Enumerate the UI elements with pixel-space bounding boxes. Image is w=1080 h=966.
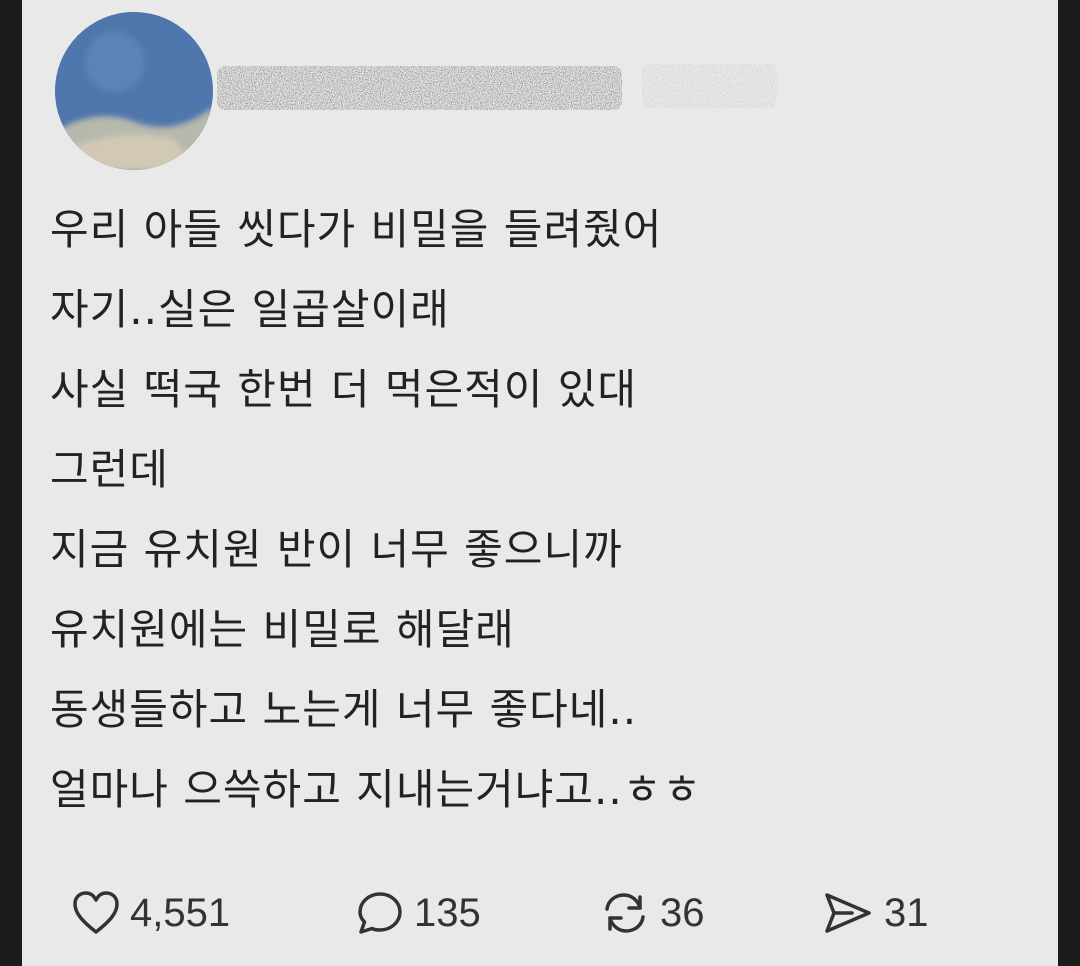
author-name-redacted[interactable] [217, 58, 777, 118]
reply-button[interactable]: 135 [356, 880, 481, 946]
repost-button[interactable]: 36 [600, 880, 705, 946]
post-body: 우리 아들 씻다가 비밀을 들려줬어 자기..실은 일곱살이래 사실 떡국 한번… [50, 190, 1030, 830]
post-actions-bar: 4,551 135 36 31 [48, 880, 1038, 946]
repost-icon [605, 893, 645, 933]
redacted-username-icon [217, 64, 777, 110]
heart-icon [73, 891, 119, 934]
post-line: 얼마나 으쓱하고 지내는거냐고..ㅎㅎ [50, 765, 703, 814]
reply-count: 135 [414, 890, 481, 935]
author-avatar[interactable] [55, 12, 213, 170]
post-line: 사실 떡국 한번 더 먹은적이 있대 [50, 365, 638, 414]
share-button[interactable]: 31 [822, 880, 929, 946]
comment-icon [358, 892, 402, 934]
like-count: 4,551 [130, 890, 231, 935]
post-line: 지금 유치원 반이 너무 좋으니까 [50, 525, 623, 574]
post-line: 동생들하고 노는게 너무 좋다네.. [50, 685, 638, 734]
send-icon [825, 893, 871, 933]
post-line: 유치원에는 비밀로 해달래 [50, 605, 515, 654]
post-line: 그런데 [50, 445, 169, 494]
like-button[interactable]: 4,551 [72, 880, 230, 946]
post-line: 우리 아들 씻다가 비밀을 들려줬어 [50, 205, 663, 254]
share-count: 31 [884, 890, 929, 935]
avatar-blurred-icon [55, 12, 213, 170]
repost-count: 36 [660, 890, 705, 935]
post-line: 자기..실은 일곱살이래 [50, 285, 450, 334]
screen-frame: 우리 아들 씻다가 비밀을 들려줬어 자기..실은 일곱살이래 사실 떡국 한번… [0, 0, 1080, 966]
post-card: 우리 아들 씻다가 비밀을 들려줬어 자기..실은 일곱살이래 사실 떡국 한번… [22, 0, 1058, 966]
